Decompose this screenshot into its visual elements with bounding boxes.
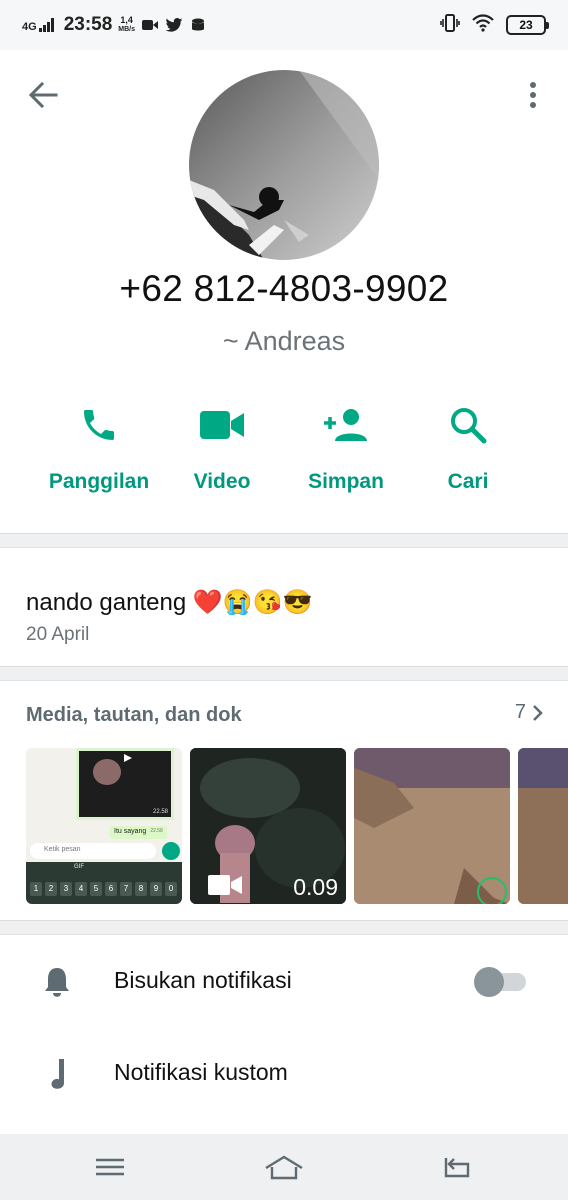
- wifi-icon: [472, 13, 494, 37]
- music-note-icon: [42, 1057, 72, 1091]
- thumb-photo-frame: [354, 748, 510, 904]
- vibrate-icon: [440, 13, 460, 38]
- thumb-key: 6: [105, 882, 117, 896]
- back-arrow-icon[interactable]: [26, 78, 60, 112]
- thumb-photo-frame: [518, 748, 568, 904]
- video-duration: 0.09: [293, 874, 338, 900]
- status-bar: 4G 23:58 1,4 MB/s 23: [0, 0, 568, 50]
- media-thumb-photo[interactable]: [354, 748, 510, 904]
- network-indicator: 4G: [22, 18, 54, 33]
- video-camera-icon: [208, 875, 242, 895]
- thumb-time-a: 22.58: [152, 809, 168, 815]
- net-speed-value: 1,4: [120, 15, 133, 25]
- thumb-gif-label: GIF: [74, 864, 84, 870]
- about-date: 20 April: [26, 624, 90, 645]
- thumb-key: 4: [75, 882, 87, 896]
- twitter-icon: [165, 18, 183, 32]
- thumb-key: 9: [150, 882, 162, 896]
- system-nav-bar: [0, 1134, 568, 1200]
- mute-toggle[interactable]: [474, 967, 526, 997]
- bell-icon: [42, 965, 72, 999]
- thumb-mic-button: [162, 842, 180, 860]
- thumb-key: 0: [165, 882, 177, 896]
- notification-settings: Bisukan notifikasi Notifikasi kustom: [0, 934, 568, 1134]
- save-contact-button[interactable]: Simpan: [276, 400, 416, 494]
- media-thumb-photo-2[interactable]: [518, 748, 568, 904]
- custom-notifications-label: Notifikasi kustom: [114, 1059, 288, 1085]
- contact-alias: ~ Andreas: [222, 326, 346, 356]
- signal-icon: [38, 18, 54, 32]
- thumb-key: 3: [60, 882, 72, 896]
- back-nav-icon[interactable]: [436, 1152, 476, 1182]
- toggle-knob: [474, 967, 504, 997]
- thumb-key-row: 1 2 3 4 5 6 7 8 9 0: [30, 882, 177, 896]
- thumb-video-bubble: 22.58: [76, 748, 174, 820]
- save-label: Simpan: [308, 470, 384, 493]
- call-label: Panggilan: [48, 470, 150, 493]
- search-icon: [398, 400, 538, 450]
- thumb-time-b: 22.58: [150, 828, 163, 834]
- video-camera-icon: [152, 400, 292, 450]
- thumb-message-bubble: Itu sayang 22.58: [110, 826, 167, 839]
- add-person-icon: [276, 400, 416, 450]
- mute-notifications-row[interactable]: Bisukan notifikasi: [0, 935, 568, 1025]
- net-speed-unit: MB/s: [118, 26, 136, 33]
- phone-icon: [29, 400, 169, 450]
- thumb-key: 5: [90, 882, 102, 896]
- contact-phone: +62 812-4803-9902: [119, 268, 449, 309]
- media-count-link[interactable]: 7: [515, 701, 544, 724]
- thumb-key: 8: [135, 882, 147, 896]
- thumb-input-placeholder: Ketik pesan: [44, 846, 81, 853]
- home-icon[interactable]: [264, 1152, 304, 1182]
- video-button[interactable]: Video: [152, 400, 292, 494]
- video-label: Video: [193, 470, 251, 493]
- video-icon: [141, 18, 159, 32]
- thumb-key: 7: [120, 882, 132, 896]
- about-text: nando ganteng ❤️😭😘😎: [26, 589, 313, 616]
- status-right: 23: [440, 13, 549, 38]
- thumb-key: 1: [30, 882, 42, 896]
- play-icon: [124, 754, 132, 762]
- media-title[interactable]: Media, tautan, dan dok: [26, 704, 242, 727]
- profile-card: +62 812-4803-9902 ~ Andreas Panggilan Vi…: [0, 50, 568, 534]
- thumb-bubble-text: Itu sayang: [114, 828, 147, 835]
- clock: 23:58: [63, 14, 113, 35]
- menu-icon[interactable]: [92, 1152, 132, 1182]
- avatar[interactable]: [189, 70, 379, 260]
- net-speed: 1,4 MB/s: [118, 16, 135, 34]
- data-saver-icon: [189, 18, 207, 32]
- media-thumb-screenshot[interactable]: 22.58 Itu sayang 22.58 Ketik pesan GIF 1…: [26, 748, 182, 904]
- about-section[interactable]: nando ganteng ❤️😭😘😎 20 April: [0, 547, 568, 667]
- search-button[interactable]: Cari: [398, 400, 538, 494]
- network-type: 4G: [22, 21, 37, 33]
- thumb-key: 2: [45, 882, 57, 896]
- custom-notifications-row[interactable]: Notifikasi kustom: [0, 1027, 568, 1117]
- thumb-keyboard: GIF 1 2 3 4 5 6 7 8 9 0: [26, 862, 182, 904]
- battery-icon: 23: [506, 15, 549, 35]
- chevron-right-icon: [533, 704, 543, 721]
- media-thumb-video[interactable]: 0.09: [190, 748, 346, 904]
- thumb-blur-object: [93, 759, 121, 785]
- mute-notifications-label: Bisukan notifikasi: [114, 967, 292, 993]
- call-button[interactable]: Panggilan: [29, 400, 169, 494]
- media-count: 7: [514, 701, 526, 723]
- search-label: Cari: [447, 470, 489, 493]
- media-section: Media, tautan, dan dok 7 22.58 Itu sayan…: [0, 680, 568, 921]
- more-options-icon[interactable]: [521, 80, 545, 110]
- thumb-input-bar: Ketik pesan: [30, 843, 156, 859]
- status-left: 4G 23:58 1,4 MB/s: [22, 14, 207, 36]
